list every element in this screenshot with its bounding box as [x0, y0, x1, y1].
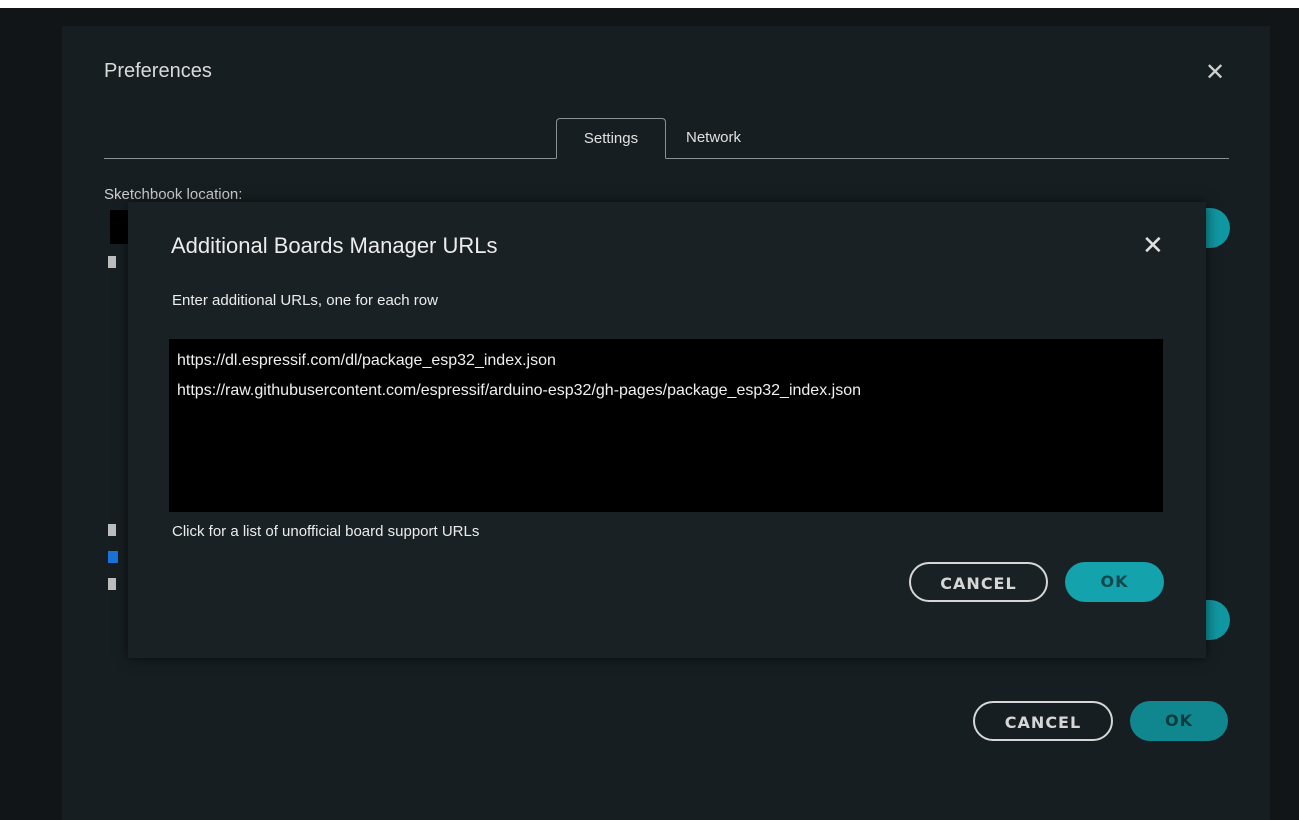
cancel-button[interactable]: CANCEL — [973, 701, 1113, 741]
boards-dialog-title: Additional Boards Manager URLs — [171, 233, 498, 258]
setting-checkbox[interactable] — [108, 524, 116, 536]
window-top-strip — [0, 0, 1299, 8]
ok-button[interactable]: OK — [1130, 701, 1228, 741]
boards-urls-button[interactable] — [1206, 600, 1230, 640]
preferences-title: Preferences — [104, 60, 212, 82]
browse-button[interactable] — [1206, 208, 1230, 248]
setting-checkbox[interactable] — [108, 256, 116, 268]
ok-button[interactable]: OK — [1065, 562, 1164, 602]
close-icon[interactable]: ✕ — [1205, 58, 1225, 87]
url-row: https://raw.githubusercontent.com/espres… — [177, 382, 861, 399]
tab-settings[interactable]: Settings — [556, 118, 666, 159]
tab-network[interactable]: Network — [668, 118, 759, 158]
setting-checkbox[interactable] — [108, 578, 116, 590]
cancel-button[interactable]: CANCEL — [909, 562, 1048, 602]
tabs-divider — [104, 158, 1229, 159]
setting-checkbox-checked[interactable] — [108, 551, 118, 563]
unofficial-urls-link[interactable]: Click for a list of unofficial board sup… — [172, 523, 479, 540]
close-icon[interactable]: ✕ — [1142, 230, 1164, 261]
urls-textarea[interactable]: https://dl.espressif.com/dl/package_esp3… — [169, 339, 1163, 512]
additional-boards-dialog: Additional Boards Manager URLs ✕ Enter a… — [128, 202, 1206, 658]
url-row: https://dl.espressif.com/dl/package_esp3… — [177, 352, 556, 369]
boards-dialog-instructions: Enter additional URLs, one for each row — [172, 292, 438, 309]
sketchbook-location-label: Sketchbook location: — [104, 186, 243, 203]
